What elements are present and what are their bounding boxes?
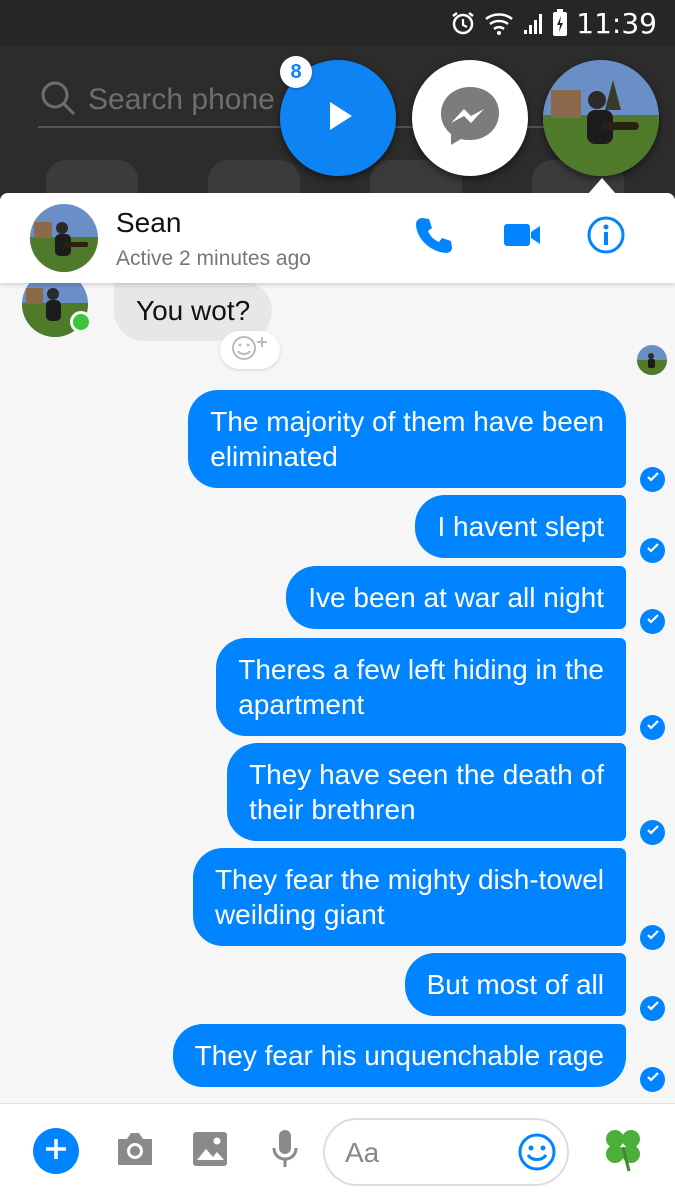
- camera-button[interactable]: [110, 1126, 160, 1176]
- voice-message-button[interactable]: [260, 1126, 310, 1176]
- active-status: Active 2 minutes ago: [116, 247, 311, 270]
- alarm-icon: [450, 10, 476, 36]
- delivered-indicator: [640, 467, 665, 492]
- add-reaction-button[interactable]: [220, 331, 280, 369]
- video-camera-icon: [502, 215, 542, 260]
- quick-reaction-button[interactable]: [598, 1126, 648, 1176]
- online-indicator: [70, 311, 92, 333]
- delivered-indicator: [640, 1067, 665, 1092]
- messenger-icon: [435, 81, 505, 156]
- outgoing-message[interactable]: I havent slept: [415, 495, 626, 558]
- outgoing-message[interactable]: They fear his unquenchable rage: [172, 1024, 626, 1087]
- delivered-indicator: [640, 609, 665, 634]
- delivered-indicator: [640, 538, 665, 563]
- check-icon: [646, 612, 660, 631]
- clover-icon: [600, 1125, 646, 1178]
- background-search-placeholder: Search phone: [88, 83, 275, 116]
- video-call-button[interactable]: [500, 215, 544, 259]
- message-input[interactable]: [345, 1136, 515, 1170]
- image-icon: [191, 1130, 229, 1173]
- outgoing-message[interactable]: They fear the mighty dish-towel weilding…: [192, 848, 626, 946]
- chat-header: Sean Active 2 minutes ago: [0, 193, 675, 283]
- avatar[interactable]: [30, 204, 98, 272]
- outgoing-message[interactable]: Ive been at war all night: [286, 566, 626, 629]
- wifi-icon: [484, 10, 514, 36]
- status-bar: 11:39: [0, 0, 675, 46]
- phone-icon: [413, 215, 453, 260]
- delivered-indicator: [640, 715, 665, 740]
- plus-icon: [43, 1136, 69, 1167]
- messenger-chat-head[interactable]: [412, 60, 528, 176]
- delivered-indicator: [640, 925, 665, 950]
- check-icon: [646, 541, 660, 560]
- chat-panel: Sean Active 2 minutes ago You wot? The m…: [0, 193, 675, 1200]
- camera-icon: [114, 1130, 156, 1173]
- outgoing-message[interactable]: Theres a few left hiding in the apartmen…: [216, 638, 626, 736]
- add-reaction-icon: [228, 333, 272, 368]
- check-icon: [646, 928, 660, 947]
- delivered-indicator: [640, 996, 665, 1021]
- microphone-icon: [270, 1128, 300, 1175]
- status-time: 11:39: [576, 6, 657, 40]
- check-icon: [646, 999, 660, 1018]
- conversation-info-button[interactable]: [584, 215, 628, 259]
- play-icon: [318, 96, 358, 141]
- signal-icon: [522, 10, 544, 36]
- emoji-icon: [518, 1133, 556, 1171]
- outgoing-message[interactable]: The majority of them have been eliminate…: [188, 390, 626, 488]
- delivered-indicator: [640, 820, 665, 845]
- avatar-photo: [543, 60, 659, 176]
- chat-head-pointer: [588, 178, 616, 194]
- check-icon: [646, 823, 660, 842]
- battery-icon: [552, 9, 568, 37]
- info-icon: [586, 215, 626, 260]
- outgoing-message[interactable]: They have seen the death of their brethr…: [227, 743, 626, 841]
- gallery-button[interactable]: [185, 1126, 235, 1176]
- contact-chat-head-avatar[interactable]: [543, 60, 659, 176]
- search-icon: [38, 78, 78, 123]
- message-composer: [0, 1103, 675, 1200]
- check-icon: [646, 718, 660, 737]
- message-text-field[interactable]: [323, 1118, 569, 1186]
- more-actions-button[interactable]: [33, 1128, 79, 1174]
- emoji-button[interactable]: [517, 1132, 557, 1172]
- contact-name[interactable]: Sean: [116, 207, 181, 239]
- check-icon: [646, 470, 660, 489]
- seen-by-avatar: [637, 345, 667, 375]
- unread-badge: 8: [280, 56, 312, 88]
- voice-call-button[interactable]: [411, 215, 455, 259]
- sender-avatar[interactable]: [22, 271, 92, 337]
- outgoing-message[interactable]: But most of all: [404, 953, 626, 1016]
- check-icon: [646, 1070, 660, 1089]
